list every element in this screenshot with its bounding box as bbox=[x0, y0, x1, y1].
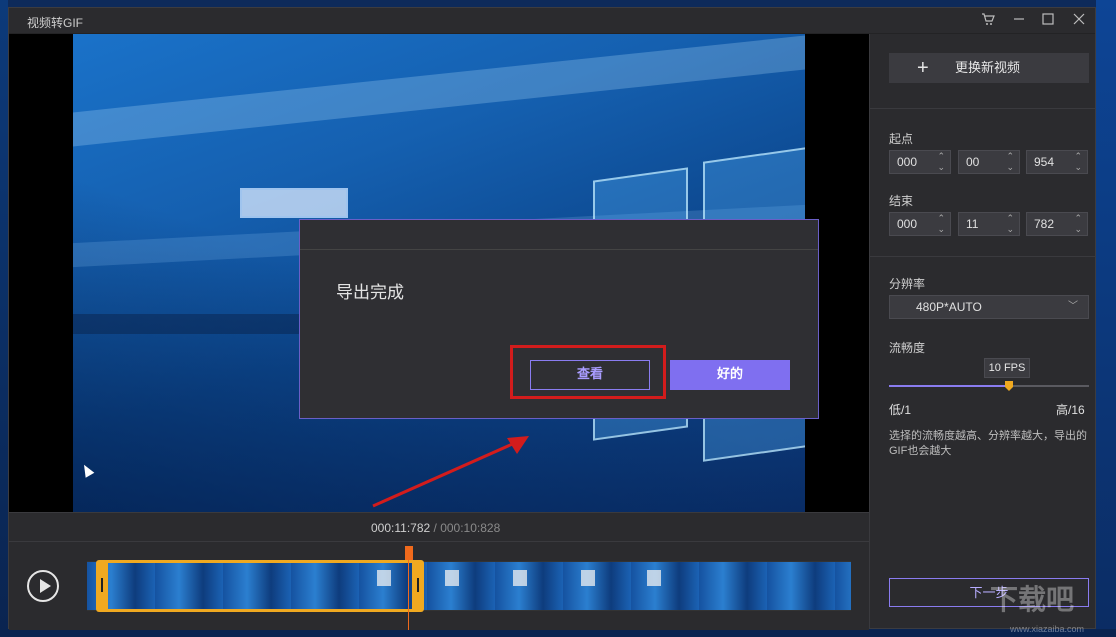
dialog-message: 导出完成 bbox=[336, 283, 404, 302]
range-end-handle[interactable] bbox=[412, 560, 424, 612]
play-button[interactable] bbox=[27, 570, 59, 602]
playhead-line bbox=[408, 560, 409, 630]
plus-icon: + bbox=[917, 57, 929, 79]
start-minutes-input[interactable]: 000 ⌃ ⌄ bbox=[889, 150, 951, 174]
fluency-low-label: 低/1 bbox=[889, 403, 912, 417]
annotation-arrow-icon bbox=[372, 436, 529, 508]
site-watermark-url: www.xiazaiba.com bbox=[1010, 624, 1085, 634]
timeline: 000:11:782 / 000:10:828 bbox=[9, 512, 869, 630]
close-icon[interactable] bbox=[1070, 12, 1088, 30]
ok-button[interactable]: 好的 bbox=[670, 360, 790, 390]
cart-icon[interactable] bbox=[979, 12, 997, 30]
end-seconds-value: 11 bbox=[966, 217, 979, 231]
end-minutes-value: 000 bbox=[897, 217, 918, 231]
end-minutes-input[interactable]: 000 ⌃ ⌄ bbox=[889, 212, 951, 236]
filmstrip-thumbnail bbox=[647, 570, 661, 586]
spinner-arrows-icon[interactable]: ⌃ ⌄ bbox=[1006, 213, 1014, 235]
range-start-handle[interactable] bbox=[96, 560, 108, 612]
spinner-arrows-icon[interactable]: ⌃ ⌄ bbox=[1074, 213, 1082, 235]
panel-divider bbox=[870, 256, 1096, 257]
resolution-label: 分辨率 bbox=[889, 277, 926, 291]
app-window: 视频转GIF 导出完成 查看 好的 000:11:782 / 000:10:82… bbox=[8, 7, 1096, 630]
end-seconds-input[interactable]: 11 ⌃ ⌄ bbox=[958, 212, 1020, 236]
timeline-divider bbox=[9, 541, 869, 542]
start-ms-input[interactable]: 954 ⌃ ⌄ bbox=[1026, 150, 1088, 174]
desktop-edge-right bbox=[1096, 0, 1116, 637]
start-seconds-value: 00 bbox=[966, 155, 980, 169]
replace-video-label: 更换新视频 bbox=[955, 60, 1021, 75]
time-display: 000:11:782 / 000:10:828 bbox=[371, 521, 500, 535]
site-watermark: 下载吧 bbox=[990, 584, 1075, 615]
time-separator: / bbox=[430, 521, 441, 535]
start-seconds-input[interactable]: 00 ⌃ ⌄ bbox=[958, 150, 1020, 174]
spinner-arrows-icon[interactable]: ⌃ ⌄ bbox=[937, 213, 945, 235]
playhead-marker[interactable] bbox=[405, 546, 413, 560]
replace-video-button[interactable]: + 更换新视频 bbox=[889, 53, 1089, 83]
filmstrip-thumbnail bbox=[513, 570, 527, 586]
start-ms-value: 954 bbox=[1034, 155, 1055, 169]
spinner-arrows-icon[interactable]: ⌃ ⌄ bbox=[937, 151, 945, 173]
fluency-slider-fill bbox=[889, 385, 1009, 387]
chevron-down-icon: ﹀ bbox=[1068, 301, 1078, 312]
desktop-selection-rect bbox=[240, 188, 348, 218]
dialog-header bbox=[300, 220, 818, 250]
size-hint-text: 选择的流畅度越高、分辨率越大，导出的GIF也会越大 bbox=[889, 430, 1087, 457]
fluency-slider[interactable] bbox=[889, 381, 1089, 391]
spinner-arrows-icon[interactable]: ⌃ ⌄ bbox=[1074, 151, 1082, 173]
desktop-edge-bottom bbox=[0, 629, 1116, 637]
panel-divider bbox=[870, 108, 1096, 109]
minimize-icon[interactable] bbox=[1010, 12, 1028, 30]
end-ms-value: 782 bbox=[1034, 217, 1055, 231]
filmstrip-thumbnail bbox=[581, 570, 595, 586]
fps-tooltip: 10 FPS bbox=[984, 358, 1030, 378]
end-ms-input[interactable]: 782 ⌃ ⌄ bbox=[1026, 212, 1088, 236]
total-time: 000:10:828 bbox=[440, 521, 501, 535]
export-complete-dialog: 导出完成 查看 好的 bbox=[299, 219, 819, 419]
annotation-highlight-box bbox=[510, 345, 666, 399]
start-minutes-value: 000 bbox=[897, 155, 918, 169]
clip-range-selection[interactable] bbox=[96, 560, 424, 612]
resolution-select[interactable]: 480P*AUTO ﹀ bbox=[889, 295, 1089, 319]
filmstrip-thumbnail bbox=[445, 570, 459, 586]
maximize-icon[interactable] bbox=[1039, 12, 1057, 30]
window-title: 视频转GIF bbox=[27, 16, 83, 30]
spinner-arrows-icon[interactable]: ⌃ ⌄ bbox=[1006, 151, 1014, 173]
end-label: 结束 bbox=[889, 194, 914, 208]
settings-panel: + 更换新视频 起点 000 ⌃ ⌄ 00 ⌃ ⌄ 954 ⌃ ⌄ 结束 000 ⌃ ⌄ 11 ⌃… bbox=[869, 34, 1096, 628]
light-beam bbox=[73, 35, 805, 147]
fluency-label: 流畅度 bbox=[889, 341, 926, 355]
resolution-value: 480P*AUTO bbox=[916, 300, 982, 314]
start-label: 起点 bbox=[889, 132, 914, 146]
current-time: 000:11:782 bbox=[371, 521, 431, 535]
fluency-slider-thumb[interactable] bbox=[1005, 381, 1013, 391]
desktop-edge-left bbox=[0, 0, 8, 637]
fluency-high-label: 高/16 bbox=[1056, 403, 1085, 417]
title-bar: 视频转GIF bbox=[9, 8, 1095, 34]
